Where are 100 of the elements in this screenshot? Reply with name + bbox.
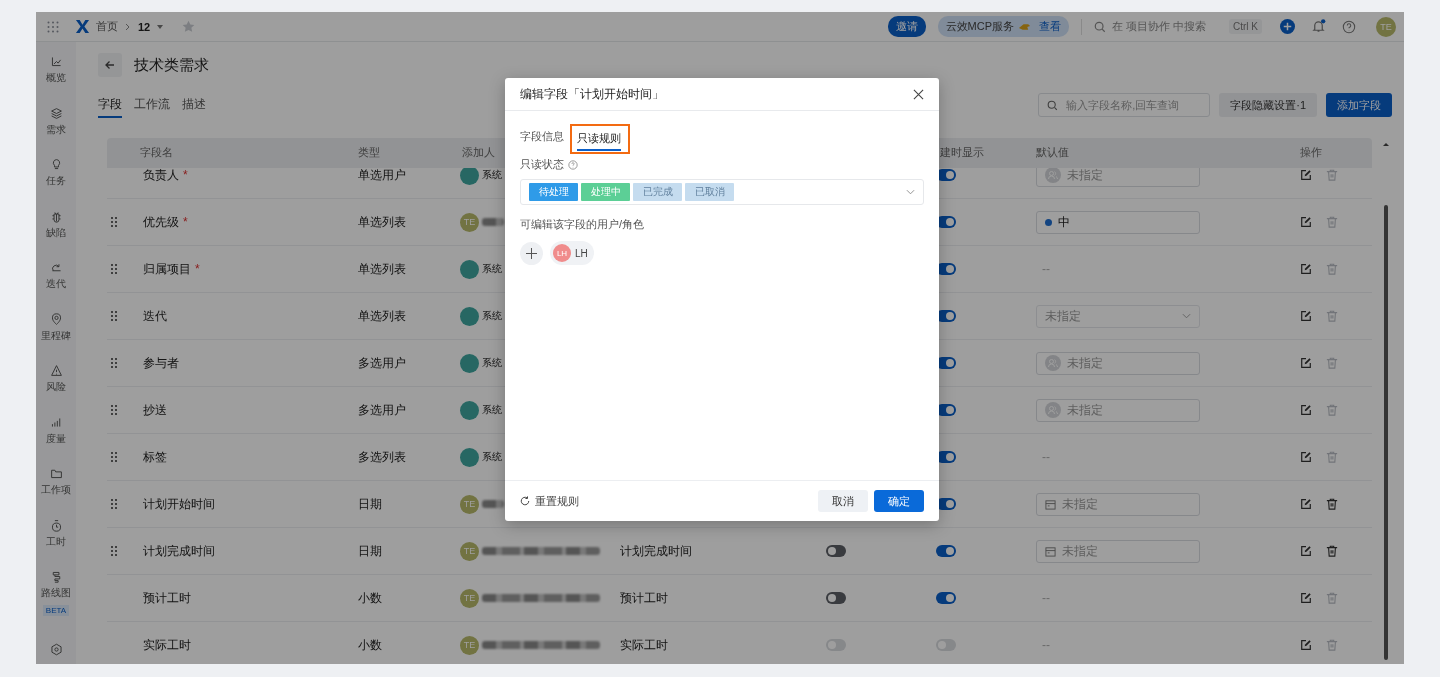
people-icon bbox=[1045, 167, 1061, 183]
plus-icon[interactable] bbox=[1280, 19, 1295, 34]
drag-handle-icon[interactable] bbox=[111, 452, 117, 462]
toggle-switch[interactable] bbox=[936, 592, 956, 604]
priority-select[interactable]: 中 bbox=[1036, 210, 1200, 234]
dialog-title: 编辑字段「计划开始时间」 bbox=[520, 86, 664, 102]
tab[interactable]: 描述 bbox=[182, 92, 206, 118]
status-tag[interactable]: 待处理 bbox=[529, 183, 578, 201]
sidebar-item[interactable]: 迭代 bbox=[46, 261, 66, 313]
edit-icon[interactable] bbox=[1300, 592, 1312, 604]
cancel-button[interactable]: 取消 bbox=[818, 490, 868, 512]
add-editor-button[interactable] bbox=[520, 241, 543, 265]
sidebar-icon bbox=[49, 467, 63, 480]
drag-handle-icon[interactable] bbox=[111, 499, 117, 509]
date-picker[interactable]: 未指定 bbox=[1036, 539, 1200, 563]
date-picker[interactable]: 未指定 bbox=[1036, 492, 1200, 516]
sidebar-item[interactable]: 概览 bbox=[46, 55, 66, 107]
sidebar-item[interactable]: 任务 bbox=[46, 158, 66, 210]
sidebar-item[interactable]: 需求 bbox=[46, 106, 66, 158]
settings-icon[interactable] bbox=[49, 643, 63, 656]
help-icon[interactable] bbox=[1342, 19, 1356, 34]
adder-avatar bbox=[460, 400, 479, 420]
field-name: 标签 bbox=[143, 448, 167, 466]
edit-icon[interactable] bbox=[1300, 639, 1312, 651]
sidebar-icon bbox=[49, 364, 63, 377]
delete-icon[interactable] bbox=[1326, 545, 1338, 557]
toggle-switch[interactable] bbox=[826, 592, 846, 604]
user-picker[interactable]: 未指定 bbox=[1036, 398, 1200, 422]
reset-rules-link[interactable]: 重置规则 bbox=[520, 493, 579, 509]
scrollbar[interactable] bbox=[1382, 140, 1390, 660]
field-name: 抄送 bbox=[143, 401, 167, 419]
sidebar-label: 风险 bbox=[46, 380, 66, 394]
view-link[interactable]: 查看 bbox=[1039, 19, 1061, 34]
field-type: 日期 bbox=[358, 495, 382, 513]
global-search[interactable]: 在 项目协作 中搜索 Ctrl K bbox=[1094, 19, 1262, 34]
invite-button[interactable]: 邀请 bbox=[887, 16, 926, 37]
editor-chip[interactable]: LH LH bbox=[550, 241, 594, 265]
field-name: 实际工时 bbox=[143, 636, 191, 654]
mcp-banner[interactable]: 云效MCP服务 查看 bbox=[937, 16, 1069, 37]
edit-icon[interactable] bbox=[1300, 404, 1312, 416]
bell-icon[interactable] bbox=[1311, 19, 1326, 34]
drag-handle-icon[interactable] bbox=[111, 358, 117, 368]
tab[interactable]: 工作流 bbox=[134, 92, 170, 118]
dialog-tab[interactable]: 只读规则 bbox=[577, 131, 621, 151]
sidebar-icon bbox=[49, 106, 63, 120]
user-picker[interactable]: 未指定 bbox=[1036, 351, 1200, 375]
sidebar-label: 需求 bbox=[46, 122, 66, 137]
edit-icon[interactable] bbox=[1300, 169, 1312, 181]
edit-icon[interactable] bbox=[1300, 545, 1312, 557]
refresh-icon bbox=[520, 496, 530, 506]
empty-value: -- bbox=[1041, 591, 1050, 605]
status-multi-select[interactable]: 待处理 处理中 已完成 已取消 bbox=[520, 179, 924, 205]
add-field-button[interactable]: 添加字段 bbox=[1326, 93, 1392, 117]
sidebar-item[interactable]: 工时 bbox=[46, 518, 66, 570]
edit-icon[interactable] bbox=[1300, 216, 1312, 228]
back-button[interactable] bbox=[98, 53, 122, 77]
sidebar-item[interactable]: 工作项 bbox=[41, 467, 71, 519]
people-icon bbox=[1045, 355, 1061, 371]
drag-handle-icon[interactable] bbox=[111, 264, 117, 274]
sidebar-icon bbox=[49, 312, 63, 326]
edit-icon[interactable] bbox=[1300, 498, 1312, 510]
sidebar-icon bbox=[49, 55, 63, 68]
required-mark: * bbox=[195, 262, 200, 276]
edit-icon[interactable] bbox=[1300, 451, 1312, 463]
sidebar-item[interactable]: 里程碑 bbox=[41, 312, 71, 364]
edit-icon[interactable] bbox=[1300, 263, 1312, 275]
toggle-switch[interactable] bbox=[826, 545, 846, 557]
column-header: 建时显示 bbox=[939, 146, 985, 160]
field-label: 可编辑该字段的用户/角色 bbox=[520, 217, 645, 232]
toggle-switch[interactable] bbox=[936, 545, 956, 557]
status-tag[interactable]: 已完成 bbox=[633, 183, 682, 201]
status-tag[interactable]: 已取消 bbox=[685, 183, 734, 201]
star-icon[interactable] bbox=[182, 20, 196, 33]
sidebar-item[interactable]: 度量 bbox=[46, 415, 66, 467]
drag-handle-icon[interactable] bbox=[111, 217, 117, 227]
dropdown-select[interactable]: 未指定 bbox=[1036, 304, 1200, 328]
sidebar-item[interactable]: 路线图 BETA bbox=[41, 570, 71, 622]
sidebar-item[interactable]: 缺陷 bbox=[46, 209, 66, 261]
tab[interactable]: 字段 bbox=[98, 92, 122, 118]
dialog-tab[interactable]: 字段信息 bbox=[520, 129, 564, 149]
drag-handle-icon[interactable] bbox=[111, 546, 117, 556]
close-icon[interactable] bbox=[913, 88, 924, 100]
apps-grid-icon[interactable] bbox=[47, 20, 59, 33]
drag-handle-icon[interactable] bbox=[111, 311, 117, 321]
project-name[interactable]: 12 bbox=[138, 20, 151, 33]
edit-icon[interactable] bbox=[1300, 310, 1312, 322]
hidden-fields-button[interactable]: 字段隐藏设置·1 bbox=[1219, 93, 1317, 117]
column-header: 类型 bbox=[358, 146, 381, 160]
blurred-name bbox=[482, 218, 504, 226]
delete-icon[interactable] bbox=[1326, 498, 1338, 510]
drag-handle-icon[interactable] bbox=[111, 405, 117, 415]
mcp-label: 云效MCP服务 bbox=[945, 19, 1014, 34]
logo-icon[interactable] bbox=[75, 19, 90, 34]
breadcrumb-link[interactable]: 首页 bbox=[96, 19, 118, 34]
confirm-button[interactable]: 确定 bbox=[874, 490, 924, 512]
edit-icon[interactable] bbox=[1300, 357, 1312, 369]
field-label: 只读状态 bbox=[520, 157, 564, 172]
caret-down-icon[interactable] bbox=[156, 22, 165, 31]
field-type: 单选用户 bbox=[358, 166, 406, 184]
sidebar-item[interactable]: 风险 bbox=[46, 364, 66, 416]
